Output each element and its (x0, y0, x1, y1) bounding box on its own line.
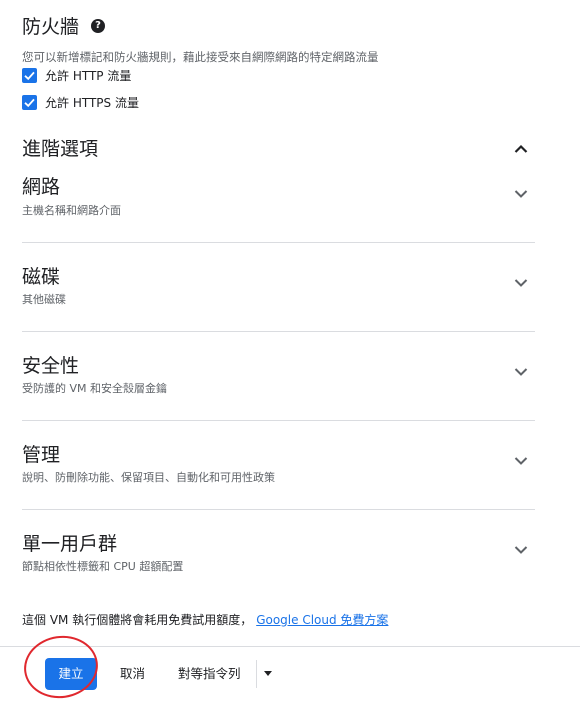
firewall-title: 防火牆 (22, 16, 80, 38)
chevron-down-icon[interactable] (514, 278, 528, 288)
section-security-subtitle: 受防護的 VM 和安全殼層金鑰 (22, 382, 168, 395)
chevron-down-icon[interactable] (514, 367, 528, 377)
checkmark-icon (24, 98, 35, 108)
free-trial-note: 這個 VM 執行個體將會耗用免費試用額度， Google Cloud 免費方案 (22, 612, 388, 628)
free-trial-note-text: 這個 VM 執行個體將會耗用免費試用額度， (22, 613, 253, 627)
divider (22, 509, 535, 510)
section-management-title[interactable]: 管理 (22, 442, 60, 468)
checkmark-icon (24, 71, 35, 81)
help-icon[interactable]: ? (91, 19, 105, 33)
allow-http-label[interactable]: 允許 HTTP 流量 (45, 68, 131, 84)
chevron-down-icon[interactable] (514, 456, 528, 466)
divider (22, 420, 535, 421)
equivalent-command-line-button[interactable]: 對等指令列 (178, 658, 241, 690)
free-tier-link[interactable]: Google Cloud 免費方案 (256, 613, 388, 627)
section-sole-tenancy-title[interactable]: 單一用戶群 (22, 531, 117, 557)
cancel-button[interactable]: 取消 (120, 658, 145, 690)
red-annotation-circle (20, 631, 102, 703)
section-networking-title[interactable]: 網路 (22, 174, 60, 200)
section-security-title[interactable]: 安全性 (22, 353, 79, 379)
section-disks-subtitle: 其他磁碟 (22, 293, 66, 306)
chevron-down-icon[interactable] (514, 545, 528, 555)
advanced-options-title[interactable]: 進階選項 (22, 136, 98, 162)
chevron-down-icon[interactable] (514, 189, 528, 199)
allow-https-checkbox[interactable] (22, 95, 37, 110)
divider (22, 242, 535, 243)
dropdown-arrow-icon[interactable] (264, 671, 272, 676)
section-management-subtitle: 說明、防刪除功能、保留項目、自動化和可用性政策 (22, 471, 275, 484)
section-sole-tenancy-subtitle: 節點相依性標籤和 CPU 超額配置 (22, 560, 184, 573)
chevron-up-icon[interactable] (514, 144, 528, 154)
section-disks-title[interactable]: 磁碟 (22, 264, 60, 290)
firewall-description: 您可以新增標記和防火牆規則，藉此接受來自網際網路的特定網路流量 (22, 50, 379, 64)
divider (22, 331, 535, 332)
button-split-divider (256, 660, 257, 688)
allow-http-checkbox[interactable] (22, 68, 37, 83)
section-networking-subtitle: 主機名稱和網路介面 (22, 204, 121, 217)
allow-https-label[interactable]: 允許 HTTPS 流量 (45, 95, 139, 111)
